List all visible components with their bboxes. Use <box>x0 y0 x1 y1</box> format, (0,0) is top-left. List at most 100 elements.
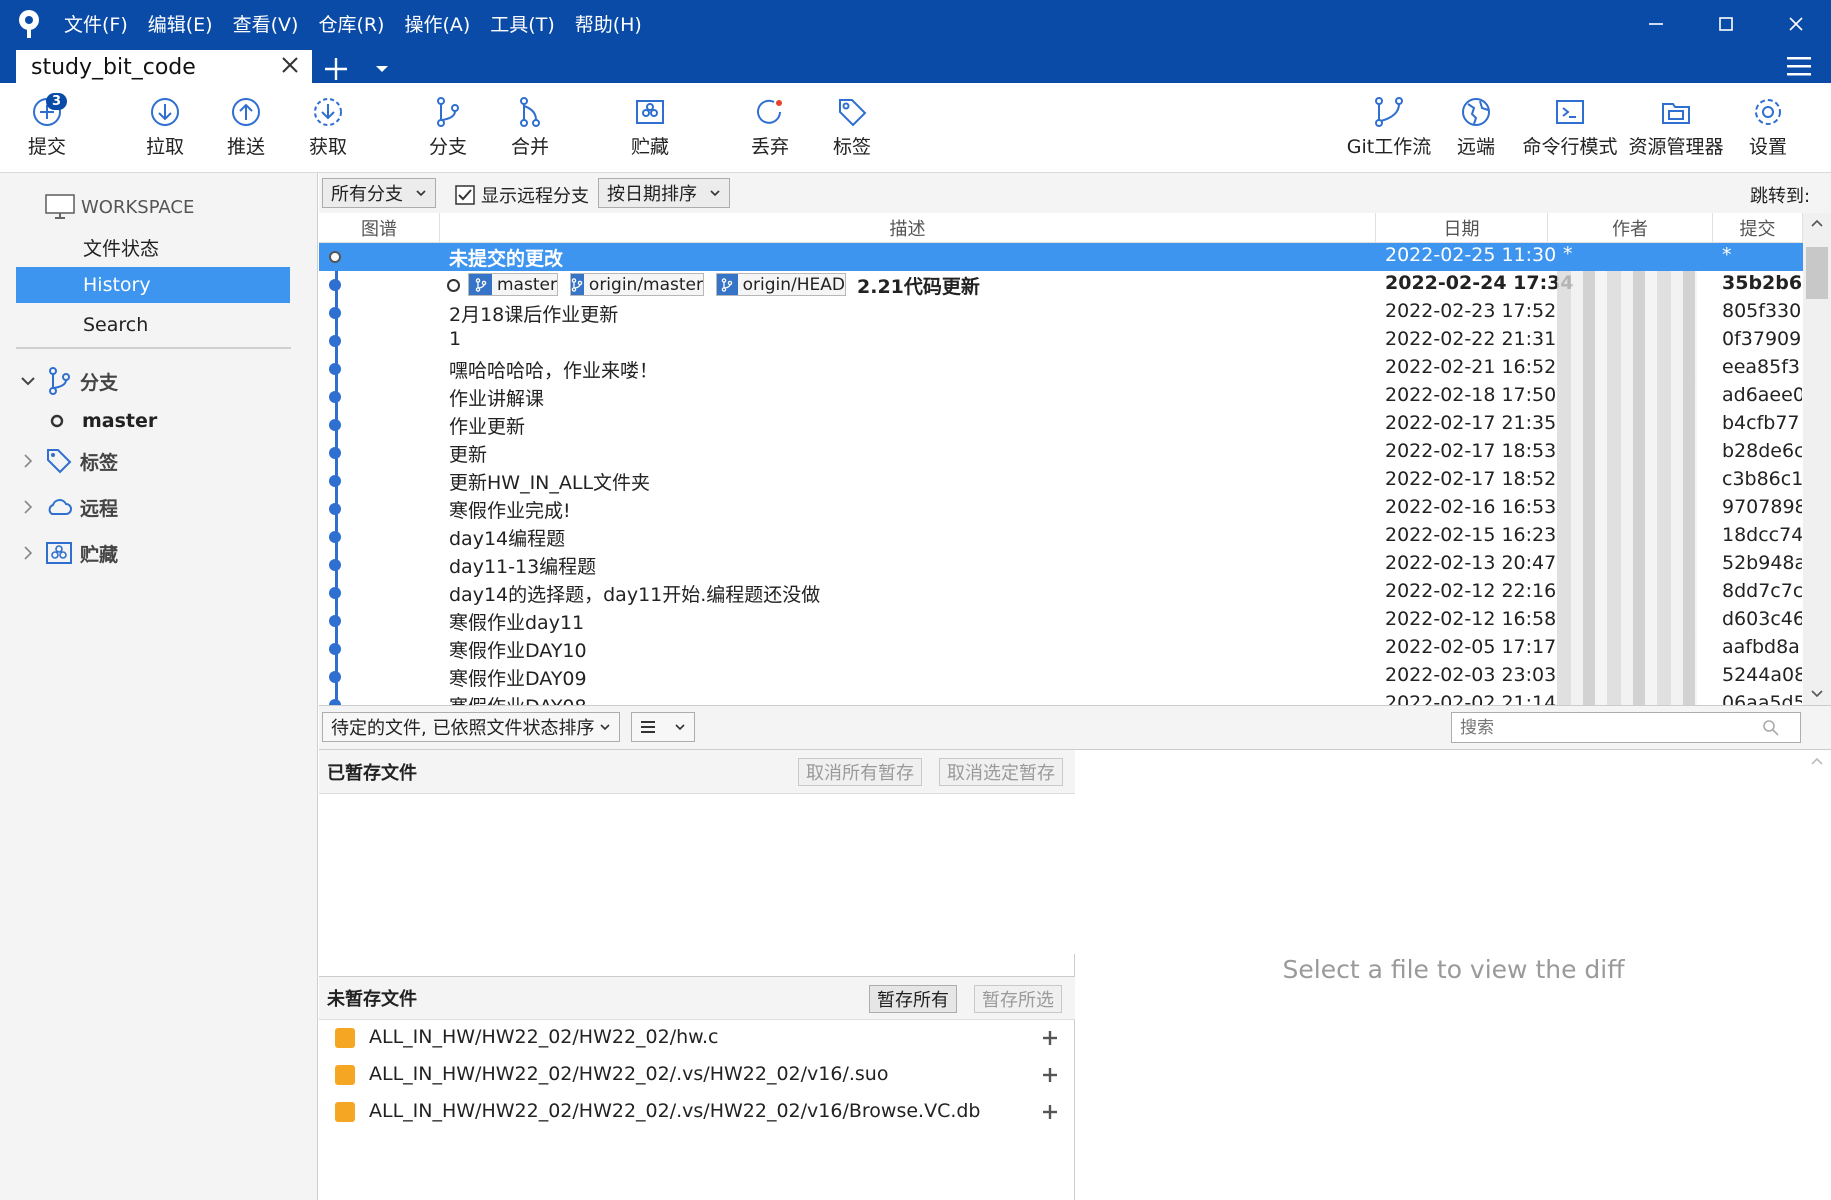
file-search-box[interactable] <box>1451 712 1801 743</box>
list-icon <box>641 721 655 733</box>
stage-selected-button[interactable]: 暂存所选 <box>974 985 1062 1013</box>
col-graph[interactable]: 图谱 <box>319 213 440 243</box>
stash-button[interactable]: 贮藏 <box>620 83 680 173</box>
commit-row[interactable]: 寒假作业DAY09 2022-02-03 23:03 5244a08 <box>319 663 1803 691</box>
nav-file-status[interactable]: 文件状态 <box>0 231 318 263</box>
view-mode-dropdown[interactable] <box>631 712 695 742</box>
commit-row[interactable]: 1 2022-02-22 21:31 0f37909 <box>319 327 1803 355</box>
remote-button[interactable]: 远端 <box>1446 83 1506 173</box>
menu-view[interactable]: 查看(V) <box>233 10 299 37</box>
close-window-button[interactable] <box>1761 0 1831 47</box>
graph-node <box>329 643 341 655</box>
gitflow-button[interactable]: Git工作流 <box>1344 83 1434 173</box>
sort-dropdown[interactable]: 按日期排序 <box>598 178 730 208</box>
tab-close-icon[interactable] <box>278 53 302 77</box>
uncommitted-changes-row[interactable]: 未提交的更改 2022-02-25 11:30 * * <box>319 243 1803 271</box>
unstaged-file-row[interactable]: ALL_IN_HW/HW22_02/HW22_02/.vs/HW22_02/v1… <box>319 1094 1075 1130</box>
explorer-button[interactable]: 资源管理器 <box>1626 83 1726 173</box>
graph-node <box>329 615 341 627</box>
file-search-input[interactable] <box>1452 716 1762 739</box>
commit-row[interactable]: 更新 2022-02-17 18:53 b28de6c <box>319 439 1803 467</box>
stage-file-plus-icon[interactable] <box>1040 1028 1060 1048</box>
push-button[interactable]: 推送 <box>216 83 276 173</box>
commit-row[interactable]: 更新HW_IN_ALL文件夹 2022-02-17 18:52 c3b86c1 <box>319 467 1803 495</box>
commit-row[interactable]: 寒假作业完成! 2022-02-16 16:53 9707898 <box>319 495 1803 523</box>
tab-dropdown-icon[interactable] <box>372 59 392 79</box>
stage-file-plus-icon[interactable] <box>1040 1102 1060 1122</box>
menu-edit[interactable]: 编辑(E) <box>148 10 213 37</box>
col-description[interactable]: 描述 <box>440 213 1376 243</box>
commit-date: 2022-02-21 16:52 <box>1385 356 1557 378</box>
menu-file[interactable]: 文件(F) <box>64 10 128 37</box>
maximize-button[interactable] <box>1691 0 1761 47</box>
commit-row[interactable]: day11-13编程题 2022-02-13 20:47 52b948a <box>319 551 1803 579</box>
branch-filter-dropdown[interactable]: 所有分支 <box>322 178 436 208</box>
branches-section[interactable]: 分支 <box>0 363 318 399</box>
col-commit[interactable]: 提交 <box>1713 213 1803 243</box>
scroll-thumb[interactable] <box>1806 247 1828 299</box>
discard-button[interactable]: 丢弃 <box>740 83 800 173</box>
fetch-button[interactable]: 获取 <box>298 83 358 173</box>
commit-author <box>1557 691 1697 705</box>
new-tab-icon[interactable] <box>322 55 350 83</box>
commit-row[interactable]: master origin/master origin/HEAD 2.21代码更新 20… <box>319 271 1803 299</box>
commit-button[interactable]: 3 提交 <box>18 83 76 173</box>
commit-hash: d603c46 <box>1722 608 1802 630</box>
tag-button[interactable]: 标签 <box>822 83 882 173</box>
commit-row[interactable]: day14编程题 2022-02-15 16:23 18dcc74 <box>319 523 1803 551</box>
commit-row[interactable]: 作业讲解课 2022-02-18 17:50 ad6aee0 <box>319 383 1803 411</box>
nav-search[interactable]: Search <box>0 309 318 341</box>
scroll-up-icon[interactable] <box>1810 218 1824 228</box>
settings-button[interactable]: 设置 <box>1738 83 1798 173</box>
merge-button[interactable]: 合并 <box>500 83 560 173</box>
repo-tab[interactable]: study_bit_code <box>16 50 312 83</box>
show-remote-checkbox[interactable]: 显示远程分支 <box>455 182 589 208</box>
col-date[interactable]: 日期 <box>1376 213 1548 243</box>
file-sort-dropdown[interactable]: 待定的文件, 已依照文件状态排序 <box>322 712 620 742</box>
menu-actions[interactable]: 操作(A) <box>404 10 470 37</box>
commit-row[interactable]: 寒假作业DAY08 2022-02-02 21:14 06aa5d5 <box>319 691 1803 705</box>
pull-button[interactable]: 拉取 <box>135 83 195 173</box>
stage-file-plus-icon[interactable] <box>1040 1065 1060 1085</box>
unstage-all-button[interactable]: 取消所有暂存 <box>798 758 922 786</box>
commit-row[interactable]: 作业更新 2022-02-17 21:35 b4cfb77 <box>319 411 1803 439</box>
branch-item-master[interactable]: master <box>0 405 318 437</box>
branch-button[interactable]: 分支 <box>418 83 478 173</box>
staged-title: 已暂存文件 <box>327 762 417 784</box>
hamburger-menu-icon[interactable] <box>1786 55 1812 77</box>
unstage-selected-button[interactable]: 取消选定暂存 <box>939 758 1063 786</box>
commit-author <box>1557 327 1697 355</box>
col-author[interactable]: 作者 <box>1548 213 1713 243</box>
tag-label: 标签 <box>832 136 871 158</box>
branch-label: 分支 <box>428 136 467 158</box>
remotes-section[interactable]: 远程 <box>0 489 318 525</box>
minimize-button[interactable] <box>1621 0 1691 47</box>
ref-tag-master[interactable]: master <box>468 273 558 296</box>
commit-author <box>1557 355 1697 383</box>
menu-tools[interactable]: 工具(T) <box>490 10 554 37</box>
scroll-down-icon[interactable] <box>1810 689 1824 699</box>
commit-row[interactable]: 寒假作业day11 2022-02-12 16:58 d603c46 <box>319 607 1803 635</box>
history-scrollbar[interactable] <box>1803 213 1831 705</box>
commit-description: 1 <box>449 328 462 350</box>
commit-row[interactable]: 2月18课后作业更新 2022-02-23 17:52 805f330 <box>319 299 1803 327</box>
stage-all-button[interactable]: 暂存所有 <box>869 985 957 1013</box>
nav-history[interactable]: History <box>16 267 290 303</box>
graph-node <box>329 279 341 291</box>
stashes-section[interactable]: 贮藏 <box>0 535 318 571</box>
commit-row[interactable]: 嘿哈哈哈哈，作业来喽！ 2022-02-21 16:52 eea85f3 <box>319 355 1803 383</box>
terminal-button[interactable]: 命令行模式 <box>1522 83 1618 173</box>
tags-section[interactable]: 标签 <box>0 443 318 479</box>
chevron-right-icon <box>24 546 33 560</box>
menu-help[interactable]: 帮助(H) <box>575 10 642 37</box>
file-status-panel: 已暂存文件 取消所有暂存 取消选定暂存 未暂存文件 暂存所有 暂存所选 ALL_… <box>319 750 1075 1200</box>
commit-row[interactable]: 寒假作业DAY10 2022-02-05 17:17 aafbd8a <box>319 635 1803 663</box>
scroll-up-icon[interactable] <box>1810 756 1824 766</box>
chevron-down-icon <box>675 724 685 731</box>
ref-tag-origin-head[interactable]: origin/HEAD <box>716 273 846 296</box>
menu-repository[interactable]: 仓库(R) <box>318 10 384 37</box>
unstaged-file-row[interactable]: ALL_IN_HW/HW22_02/HW22_02/hw.c <box>319 1020 1075 1056</box>
ref-tag-origin-master[interactable]: origin/master <box>570 273 704 296</box>
unstaged-file-row[interactable]: ALL_IN_HW/HW22_02/HW22_02/.vs/HW22_02/v1… <box>319 1057 1075 1093</box>
commit-row[interactable]: day14的选择题，day11开始.编程题还没做 2022-02-12 22:16… <box>319 579 1803 607</box>
